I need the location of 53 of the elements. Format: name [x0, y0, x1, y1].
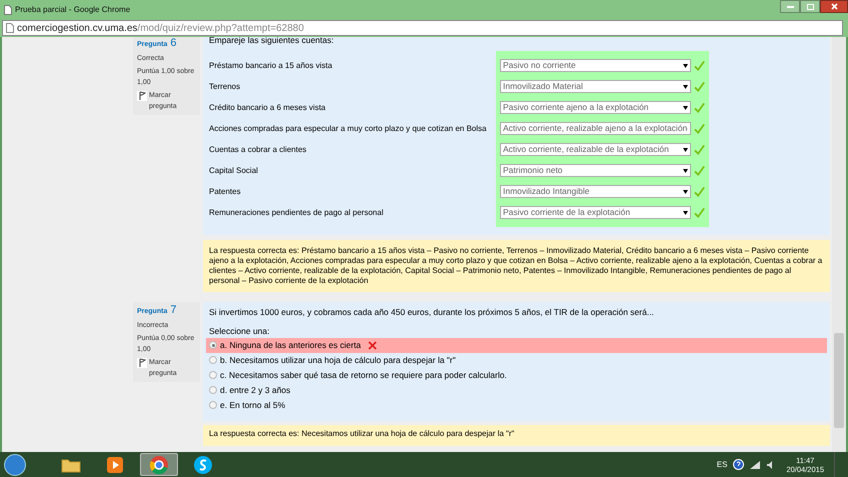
answer-dropdown[interactable]: Inmovilizado Intangible: [500, 185, 691, 198]
cross-icon: [368, 340, 377, 350]
radio-button[interactable]: [209, 371, 217, 379]
match-term: Patentes: [209, 186, 241, 198]
instruction-text: Seleccione una:: [208, 324, 270, 338]
radio-button[interactable]: [209, 341, 217, 349]
match-term: Terrenos: [209, 80, 240, 92]
flag-icon[interactable]: [137, 91, 147, 101]
chat-icon: [193, 454, 213, 474]
flag-icon[interactable]: [137, 358, 147, 368]
match-term: Acciones compradas para especular a muy corto plazo y que cotizan en Bolsa: [209, 122, 486, 134]
radio-button[interactable]: [209, 356, 217, 364]
match-term: Cuentas a cobrar a clientes: [209, 144, 306, 156]
language-indicator[interactable]: ES: [716, 458, 728, 470]
radio-button[interactable]: [209, 401, 217, 409]
play-icon: [106, 456, 124, 474]
minimize-button[interactable]: [780, 0, 800, 13]
question-prompt: Empareje las siguientes cuentas:: [209, 37, 335, 45]
answer-dropdown[interactable]: Pasivo corriente ajeno a la explotación: [500, 101, 691, 114]
correct-answer-feedback: La respuesta correcta es: Necesitamos utilizar una hoja de cálculo para despejar la "r": [203, 424, 830, 446]
answer-dropdown[interactable]: Activo corriente, realizable ajeno a la explotación: [500, 122, 691, 135]
correct-answer-feedback: La respuesta correcta es: Préstamo bancario a 15 años vista – Pasivo no corriente, Terrenos – Inmovilizado Material, Crédito bancario a 6 meses vista – Pasivo corriente ajeno a la explotación, Acciones compradas para especular a muy corto plazo y que cotizan en Bolsa – Activo corriente, realizable ajeno a la explotación, Cuentas a cobrar a clientes – Activo corriente, realizable de la explotación, Capital Social – Patrimonio neto, Patentes – Inmovilizado Intangible, Remuneraciones pendientes de pago al personal – Pasivo corriente de la explotación: [203, 240, 830, 292]
question-number: 6: [170, 38, 176, 49]
answer-dropdown[interactable]: Activo corriente, realizable de la explotación: [500, 143, 691, 156]
answer-option[interactable]: c. Necesitamos saber qué tasa de retorno se requiere para poder calcularlo.: [206, 368, 827, 382]
question-prompt: Si invertimos 1000 euros, y cobramos cada año 450 euros, durante los próximos 5 años, el TIR de la operación será...: [208, 306, 655, 319]
address-bar[interactable]: comerciogestion.cv.uma.es/mod/quiz/review.php?attempt=62880: [2, 20, 843, 36]
help-icon[interactable]: [733, 459, 744, 470]
answer-option[interactable]: e. En torno al 5%: [206, 398, 827, 412]
answer-option[interactable]: a. Ninguna de las anteriores es cierta: [206, 338, 827, 352]
folder-icon: [61, 456, 81, 472]
answer-option[interactable]: d. entre 2 y 3 años: [206, 382, 827, 398]
match-term: Préstamo bancario a 15 años vista: [209, 60, 332, 72]
taskbar-app[interactable]: [140, 453, 178, 476]
match-term: Crédito bancario a 6 meses vista: [209, 102, 326, 114]
radio-button[interactable]: [209, 386, 217, 394]
answer-dropdown[interactable]: Pasivo no corriente: [500, 59, 691, 72]
close-icon: [830, 3, 838, 10]
match-term: Remuneraciones pendientes de pago al personal: [209, 206, 384, 218]
signal-icon[interactable]: [750, 460, 760, 468]
scrollbar[interactable]: [832, 37, 846, 452]
match-term: Capital Social: [209, 164, 258, 176]
close-button[interactable]: [820, 0, 848, 13]
answer-option[interactable]: b. Necesitamos utilizar una hoja de cálculo para despejar la "r": [206, 352, 827, 368]
answer-dropdown[interactable]: Patrimonio neto: [500, 164, 691, 177]
window-title: Prueba parcial - Google Chrome: [15, 4, 130, 16]
answer-dropdown[interactable]: Pasivo corriente de la explotación: [500, 206, 691, 219]
start-button[interactable]: [4, 454, 26, 476]
url-text: comerciogestion.cv.uma.es/mod/quiz/review.php?attempt=62880: [17, 22, 304, 36]
question-number: 7: [170, 305, 176, 316]
browser-icon: [149, 454, 169, 474]
maximize-button[interactable]: [800, 0, 820, 13]
answer-dropdown[interactable]: Inmovilizado Material: [500, 80, 691, 93]
